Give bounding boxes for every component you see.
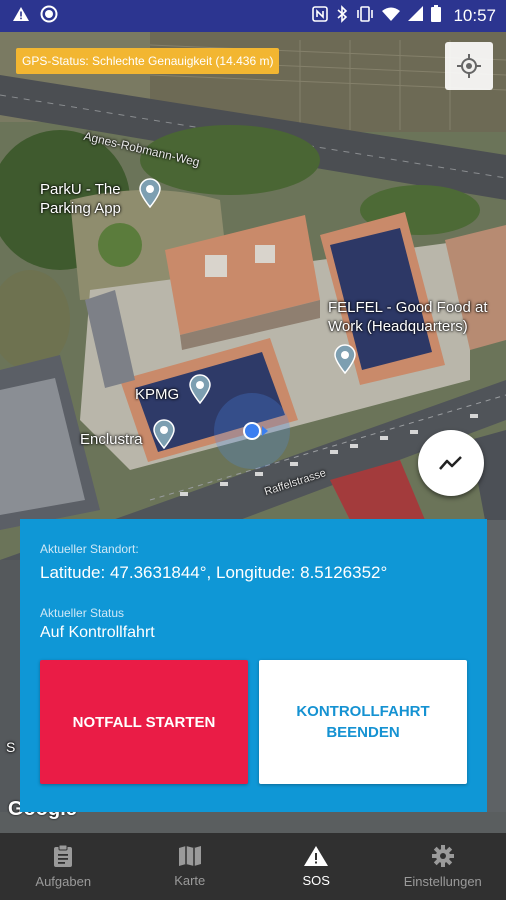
poi-label-felfel: FELFEL - Good Food at Work (Headquarters… bbox=[328, 299, 488, 335]
status-value: Auf Kontrollfahrt bbox=[40, 624, 155, 641]
nav-label: Aufgaben bbox=[35, 874, 92, 889]
map-icon bbox=[178, 846, 201, 866]
clock: 10:57 bbox=[453, 6, 496, 25]
start-emergency-button[interactable]: NOTFALL STARTEN bbox=[40, 660, 248, 784]
poi-label-kpmg: KPMG bbox=[135, 386, 180, 403]
nav-label: Einstellungen bbox=[403, 874, 482, 889]
battery-icon bbox=[431, 5, 442, 27]
map-pin-icon[interactable] bbox=[139, 178, 161, 208]
map-pin-icon[interactable] bbox=[153, 419, 175, 449]
bluetooth-icon bbox=[336, 4, 348, 28]
nav-label: Karte bbox=[174, 873, 206, 888]
nav-item-karte[interactable]: Karte bbox=[127, 833, 254, 900]
nfc-icon bbox=[312, 5, 329, 27]
gear-icon bbox=[431, 845, 454, 867]
vibrate-icon bbox=[356, 5, 374, 27]
status-panel: Aktueller Standort: Latitude: 47.3631844… bbox=[20, 519, 487, 812]
crosshair-icon bbox=[457, 54, 481, 78]
wifi-icon bbox=[382, 7, 401, 26]
status-label: Aktueller Status bbox=[40, 606, 125, 620]
status-bar: 10:57 bbox=[0, 0, 506, 32]
bottom-navigation: Aufgaben Karte SOS Einstellungen bbox=[0, 833, 506, 900]
trending-icon bbox=[439, 456, 462, 470]
location-value: Latitude: 47.3631844°, Longitude: 8.5126… bbox=[40, 563, 388, 582]
warning-icon bbox=[12, 6, 30, 27]
nav-label: SOS bbox=[302, 873, 330, 888]
nav-item-einstellungen[interactable]: Einstellungen bbox=[380, 833, 506, 900]
circle-icon bbox=[40, 5, 58, 28]
signal-icon bbox=[408, 6, 424, 26]
gps-status-badge: GPS-Status: Schlechte Genauigkeit (14.43… bbox=[16, 48, 280, 74]
nav-item-aufgaben[interactable]: Aufgaben bbox=[0, 833, 127, 900]
end-patrol-button[interactable]: KONTROLLFAHRT BEENDEN bbox=[259, 660, 467, 784]
map-fragment-label: S bbox=[6, 739, 16, 755]
nav-item-sos[interactable]: SOS bbox=[253, 833, 380, 900]
location-label: Aktueller Standort: bbox=[40, 542, 139, 556]
my-location-button[interactable] bbox=[445, 42, 493, 90]
warning-icon bbox=[304, 846, 329, 866]
clipboard-icon bbox=[54, 844, 73, 867]
map-pin-icon[interactable] bbox=[334, 344, 356, 374]
poi-label-parku: ParkU - The Parking App bbox=[40, 181, 121, 217]
trend-fab-button[interactable] bbox=[418, 430, 484, 496]
map-pin-icon[interactable] bbox=[189, 374, 211, 404]
poi-label-enclustra: Enclustra bbox=[80, 431, 143, 448]
